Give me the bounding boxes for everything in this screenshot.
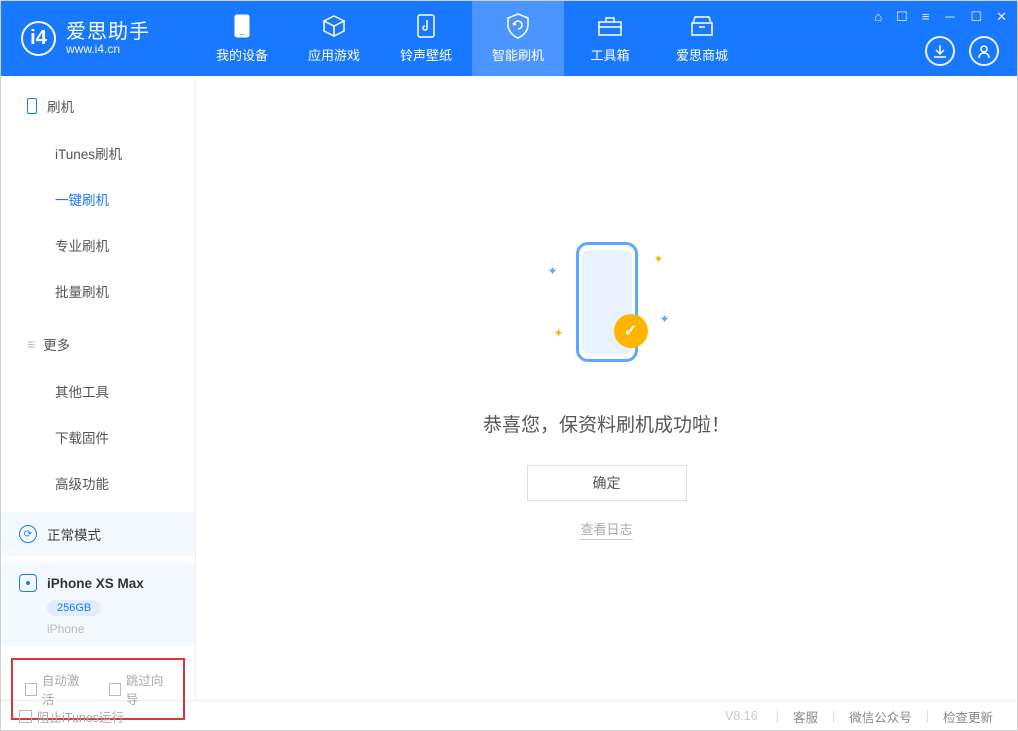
logo-text: 爱思助手 www.i4.cn	[66, 22, 150, 56]
nav-label: 工具箱	[590, 45, 629, 64]
ok-button[interactable]: 确定	[527, 465, 687, 501]
sidebar-item-itunes-flash[interactable]: iTunes刷机	[1, 130, 195, 176]
nav-mydevice[interactable]: 我的设备	[196, 1, 288, 76]
body-area: 刷机 iTunes刷机 一键刷机 专业刷机 批量刷机 ≡ 更多 其他工具 下载固…	[1, 76, 1017, 700]
device-info-box[interactable]: iPhone XS Max 256GB iPhone	[1, 562, 195, 646]
music-icon	[415, 13, 437, 39]
store-icon	[690, 13, 714, 39]
shield-refresh-icon	[506, 13, 530, 39]
main-content: ✦ ✦ ✦ ✦ ✓ 恭喜您，保资料刷机成功啦！ 确定 查看日志	[196, 76, 1017, 700]
sidebar-item-batch-flash[interactable]: 批量刷机	[1, 268, 195, 314]
shirt-icon[interactable]: ⌂	[874, 9, 882, 24]
device-mode-box[interactable]: ⟳ 正常模式	[1, 512, 195, 556]
sidebar-item-advanced[interactable]: 高级功能	[1, 460, 195, 506]
download-icon[interactable]	[925, 36, 955, 66]
sidebar-item-oneclick-flash[interactable]: 一键刷机	[1, 176, 195, 222]
window-controls: ⌂ ☐ ≡ － ☐ ✕	[874, 7, 1007, 26]
app-title: 爱思助手	[66, 22, 150, 43]
checkbox-icon	[19, 710, 32, 723]
app-header: i4 爱思助手 www.i4.cn 我的设备 应用游戏 铃声壁纸 智能刷机 工具…	[1, 1, 1017, 76]
checkmark-badge-icon: ✓	[614, 314, 648, 348]
nav-ringtone[interactable]: 铃声壁纸	[380, 1, 472, 76]
nav-label: 智能刷机	[492, 45, 544, 64]
footer-link-support[interactable]: 客服	[787, 707, 824, 726]
footer-link-wechat[interactable]: 微信公众号	[843, 707, 918, 726]
nav-label: 爱思商城	[676, 45, 728, 64]
sparkle-icon: ✦	[653, 252, 663, 266]
header-right-icons	[925, 36, 999, 66]
sidebar: 刷机 iTunes刷机 一键刷机 专业刷机 批量刷机 ≡ 更多 其他工具 下载固…	[1, 76, 196, 700]
mode-icon: ⟳	[19, 525, 37, 543]
sparkle-icon: ✦	[554, 326, 564, 340]
sparkle-icon: ✦	[659, 312, 669, 326]
device-icon	[19, 574, 37, 592]
nav-flash[interactable]: 智能刷机	[472, 1, 564, 76]
sidebar-item-download-firmware[interactable]: 下载固件	[1, 414, 195, 460]
logo-area: i4 爱思助手 www.i4.cn	[1, 1, 196, 76]
view-log-link[interactable]: 查看日志	[580, 519, 632, 540]
maximize-button[interactable]: ☐	[970, 9, 982, 25]
minimize-button[interactable]: －	[943, 7, 956, 26]
success-illustration: ✦ ✦ ✦ ✦ ✓	[542, 236, 672, 386]
phone-icon	[27, 98, 37, 114]
checkbox-icon	[109, 683, 121, 696]
device-name: iPhone XS Max	[47, 576, 144, 591]
sidebar-item-pro-flash[interactable]: 专业刷机	[1, 222, 195, 268]
storage-badge: 256GB	[47, 600, 101, 616]
user-icon[interactable]	[969, 36, 999, 66]
list-icon: ≡	[27, 336, 33, 352]
mode-label: 正常模式	[47, 524, 101, 544]
toolbox-icon	[597, 13, 623, 39]
device-type: iPhone	[47, 622, 177, 636]
success-message: 恭喜您，保资料刷机成功啦！	[483, 410, 730, 437]
footer-right: V8.16 | 客服 | 微信公众号 | 检查更新	[725, 707, 999, 726]
sidebar-section-flash: 刷机	[1, 76, 195, 130]
nav-label: 应用游戏	[308, 45, 360, 64]
checkbox-skip-guide[interactable]: 跳过向导	[109, 670, 171, 708]
cube-icon	[322, 13, 346, 39]
top-nav: 我的设备 应用游戏 铃声壁纸 智能刷机 工具箱 爱思商城	[196, 1, 748, 76]
sparkle-icon: ✦	[548, 264, 558, 278]
nav-store[interactable]: 爱思商城	[656, 1, 748, 76]
nav-apps[interactable]: 应用游戏	[288, 1, 380, 76]
device-row: iPhone XS Max	[19, 574, 177, 592]
feedback-icon[interactable]: ☐	[896, 9, 908, 25]
close-button[interactable]: ✕	[996, 9, 1007, 25]
checkbox-auto-activate[interactable]: 自动激活	[25, 670, 87, 708]
menu-icon[interactable]: ≡	[922, 9, 930, 24]
nav-label: 我的设备	[216, 45, 268, 64]
app-logo-icon: i4	[21, 21, 56, 56]
sidebar-section-more: ≡ 更多	[1, 314, 195, 368]
nav-label: 铃声壁纸	[400, 45, 452, 64]
checkbox-icon	[25, 683, 37, 696]
device-icon	[234, 13, 250, 39]
footer-link-update[interactable]: 检查更新	[937, 707, 999, 726]
app-url: www.i4.cn	[66, 43, 150, 56]
nav-toolbox[interactable]: 工具箱	[564, 1, 656, 76]
checkbox-stop-itunes[interactable]: 阻止iTunes运行	[19, 707, 124, 726]
version-label: V8.16	[725, 709, 758, 723]
sidebar-item-other-tools[interactable]: 其他工具	[1, 368, 195, 414]
